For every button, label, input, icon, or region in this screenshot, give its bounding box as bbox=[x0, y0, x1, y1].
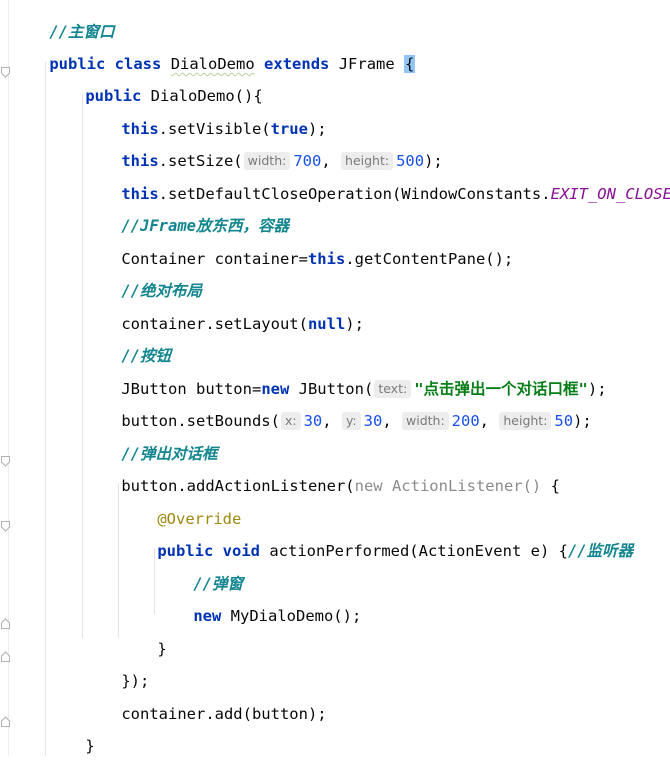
code-text: } bbox=[85, 737, 95, 755]
code-line-5: this.setSize(width: 700, height: 500); bbox=[84, 125, 443, 170]
fold-marker-icon[interactable] bbox=[1, 521, 10, 532]
code-line-14: //弹出对话框 bbox=[84, 418, 217, 463]
number-literal: 200 bbox=[451, 412, 480, 430]
indent-guide bbox=[45, 62, 46, 756]
parameter-hint: width: bbox=[402, 412, 449, 430]
fold-marker-icon[interactable] bbox=[1, 67, 10, 78]
code-line-22: container.add(button); bbox=[84, 678, 326, 723]
code-line-1: //主窗口 bbox=[12, 0, 114, 41]
code-line-10: container.setLayout(null); bbox=[84, 288, 364, 333]
parameter-hint: x: bbox=[280, 412, 301, 430]
number-literal: 50 bbox=[554, 412, 574, 430]
code-editor[interactable]: //主窗口 public class DialoDemo extends JFr… bbox=[0, 0, 670, 756]
keyword: new bbox=[193, 607, 222, 625]
code-text: , bbox=[322, 412, 332, 430]
code-text: , bbox=[479, 412, 490, 430]
parent-class: JFrame bbox=[338, 55, 395, 73]
fold-end-marker-icon[interactable] bbox=[1, 651, 10, 662]
code-line-2: public class DialoDemo extends JFrame { bbox=[12, 28, 416, 73]
indent-guide bbox=[118, 483, 119, 638]
code-line-3: public DialoDemo(){ bbox=[48, 60, 262, 105]
code-text: ); bbox=[573, 412, 592, 430]
code-text: , bbox=[382, 412, 392, 430]
keyword: null bbox=[307, 315, 346, 333]
method-declaration: actionPerformed(ActionEvent e) { bbox=[260, 542, 568, 560]
parameter-hint: height: bbox=[499, 412, 552, 430]
parameter-hint: y: bbox=[341, 412, 361, 430]
code-text: container.add(button); bbox=[121, 705, 327, 723]
code-line-7: //JFrame放东西，容器 bbox=[84, 190, 289, 235]
number-literal: 30 bbox=[363, 412, 383, 430]
code-line-17: public void actionPerformed(ActionEvent … bbox=[120, 515, 633, 560]
code-line-20: } bbox=[120, 613, 166, 658]
number-literal: 30 bbox=[303, 412, 323, 430]
code-line-13: button.setBounds(x: 30, y: 30, width: 200, … bbox=[84, 385, 592, 430]
code-line-16: @Override bbox=[120, 483, 241, 528]
matched-brace: { bbox=[404, 55, 416, 73]
code-line-4: this.setVisible(true); bbox=[84, 93, 326, 138]
indent-guide bbox=[82, 94, 83, 638]
code-line-19: new MyDialoDemo(); bbox=[156, 580, 361, 625]
code-text: { bbox=[541, 477, 560, 495]
static-constant: EXIT_ON_CLOSE bbox=[550, 185, 670, 203]
gutter-divider bbox=[8, 0, 9, 756]
code-line-6: this.setDefaultCloseOperation(WindowCons… bbox=[84, 158, 670, 203]
code-line-9: //绝对布局 bbox=[84, 255, 202, 300]
anonymous-class: ActionListener() bbox=[382, 477, 542, 495]
code-line-18: //弹窗 bbox=[156, 548, 243, 593]
keyword: extends bbox=[264, 55, 330, 73]
fold-end-marker-icon[interactable] bbox=[1, 716, 10, 727]
code-line-12: JButton button=new JButton(text: "点击弹出一个对… bbox=[84, 353, 607, 398]
code-line-8: Container container=this.getContentPane(… bbox=[84, 223, 513, 268]
code-line-23: } bbox=[48, 710, 94, 755]
code-line-15: button.addActionListener(new ActionListe… bbox=[84, 450, 560, 495]
code-line-21: }); bbox=[84, 645, 149, 690]
code-line-11: //按钮 bbox=[84, 320, 171, 365]
method-call: .getContentPane(); bbox=[345, 250, 514, 268]
code-text: } bbox=[157, 640, 167, 658]
keyword: this bbox=[307, 250, 346, 268]
constructor-call: MyDialoDemo(); bbox=[221, 607, 362, 625]
fold-end-marker-icon[interactable] bbox=[1, 618, 10, 629]
keyword: new bbox=[354, 477, 383, 495]
code-text: ); bbox=[345, 315, 364, 333]
fold-marker-icon[interactable] bbox=[1, 456, 10, 467]
comment: //监听器 bbox=[567, 542, 634, 560]
